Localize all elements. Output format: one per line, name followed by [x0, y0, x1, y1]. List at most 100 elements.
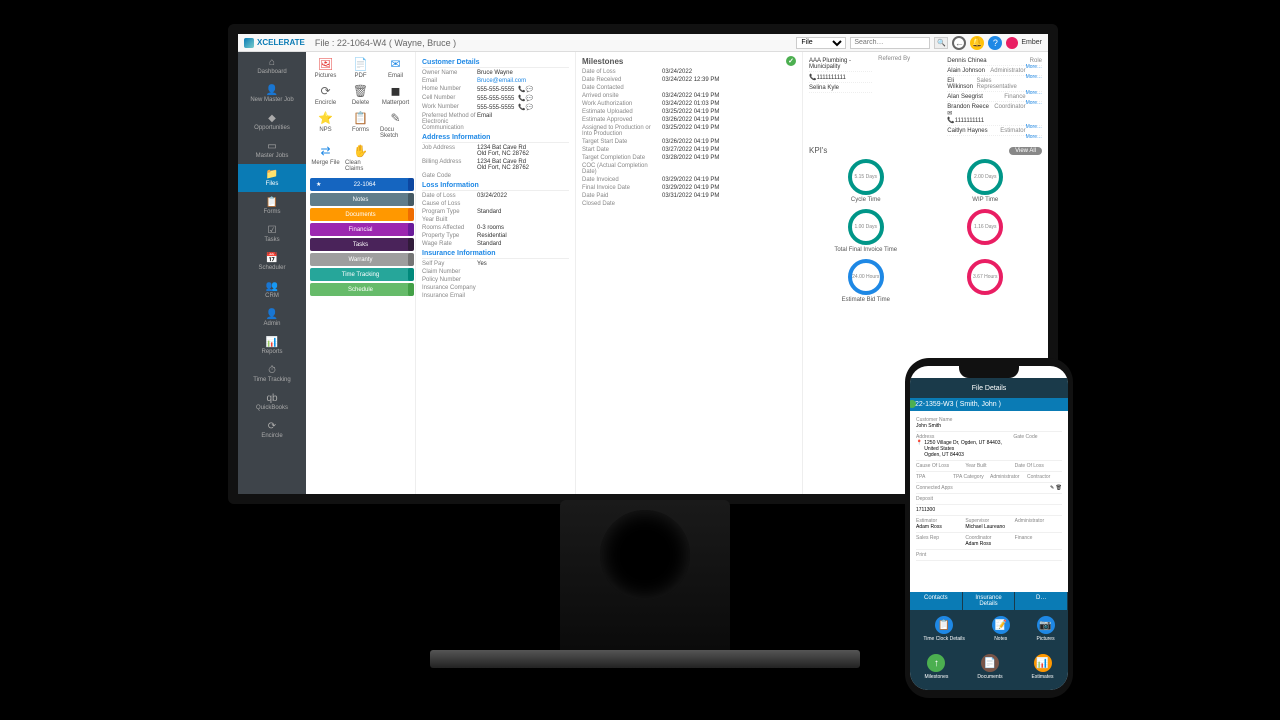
tool-nps[interactable]: ⭐NPS: [310, 110, 341, 139]
milestone-row: Assigned to Production or Into Productio…: [582, 125, 796, 137]
documents-icon: 📄: [981, 654, 999, 672]
kpi-wip-time: 2.00 DaysWIP Time: [929, 159, 1043, 203]
phone-call-icon[interactable]: 📞💬: [516, 87, 533, 93]
milestones-hdr: Milestones ✓: [582, 56, 796, 66]
back-icon[interactable]: ←: [952, 36, 966, 50]
phone-header: File Details: [910, 378, 1068, 398]
tool-forms[interactable]: 📋Forms: [345, 110, 376, 139]
milestone-row: Estimate Uploaded03/25/2022 04:19 PM: [582, 109, 796, 115]
phone-tab-insurance-details[interactable]: Insurance Details: [963, 592, 1016, 610]
milestone-row: Start Date03/27/2022 04:19 PM: [582, 147, 796, 153]
view-all-button[interactable]: View All: [1009, 147, 1042, 155]
search-input[interactable]: [850, 37, 930, 49]
more-link[interactable]: More…: [1026, 100, 1042, 106]
sidebar-item-new-master-job[interactable]: 👤New Master Job: [238, 80, 306, 108]
user-menu[interactable]: Ember: [1006, 37, 1042, 49]
pencil-icon[interactable]: ✎: [1050, 485, 1054, 491]
tool-merge-file[interactable]: ⇄Merge File: [310, 143, 341, 172]
phone-action-milestones[interactable]: ↑Milestones: [924, 654, 948, 680]
forms-icon: 📋: [267, 198, 277, 208]
dashboard-icon: ⌂: [267, 58, 277, 68]
phone-action-notes[interactable]: 📝Notes: [992, 616, 1010, 642]
tool-encircle[interactable]: ⟳Encircle: [310, 83, 341, 106]
pdf-icon: 📄: [353, 56, 369, 72]
phone-call-icon[interactable]: 📞💬: [516, 105, 533, 111]
tab-notes[interactable]: Notes: [310, 193, 411, 206]
map-pin-icon: 📍: [916, 440, 922, 458]
more-link[interactable]: More…: [1026, 74, 1042, 80]
pictures-icon: 🖼: [318, 56, 334, 72]
app-logo: XCELERATE: [244, 38, 305, 48]
phone-file-bar[interactable]: 22-1359-W3 ( Smith, John ): [910, 398, 1068, 411]
docu-sketch-icon: ✎: [388, 110, 404, 126]
milestone-row: Arrived onsite03/24/2022 04:19 PM: [582, 93, 796, 99]
file-title: File : 22-1064-W4 ( Wayne, Bruce ): [315, 38, 456, 48]
phone-tab-contacts[interactable]: Contacts: [910, 592, 963, 610]
tool-pictures[interactable]: 🖼Pictures: [310, 56, 341, 79]
sidebar-item-encircle[interactable]: ⟳Encircle: [238, 416, 306, 444]
notifications-icon[interactable]: 🔔: [970, 36, 984, 50]
sidebar-item-reports[interactable]: 📊Reports: [238, 332, 306, 360]
pictures-icon: 📷: [1037, 616, 1055, 634]
tool-pdf[interactable]: 📄PDF: [345, 56, 376, 79]
more-link[interactable]: More…: [1026, 64, 1042, 70]
sidebar-item-scheduler[interactable]: 📅Scheduler: [238, 248, 306, 276]
sidebar-item-files[interactable]: 📁Files: [238, 164, 306, 192]
time-clock-details-icon: 📋: [935, 616, 953, 634]
contact-row: Eli WilkinsonSales RepresentativeMore…: [947, 78, 1042, 92]
customer-details-hdr: Customer Details: [422, 59, 569, 68]
milestone-row: Date of Loss03/24/2022: [582, 69, 796, 75]
kpi-cycle-time: 5.15 DaysCycle Time: [809, 159, 923, 203]
tool-email[interactable]: ✉Email: [380, 56, 411, 79]
phone-action-estimates[interactable]: 📊Estimates: [1032, 654, 1054, 680]
sidebar-item-admin[interactable]: 👤Admin: [238, 304, 306, 332]
check-icon: ✓: [786, 56, 796, 66]
loss-hdr: Loss Information: [422, 182, 569, 191]
tab-warranty[interactable]: Warranty: [310, 253, 411, 266]
search-button[interactable]: 🔍: [934, 37, 948, 49]
sidebar-item-opportunities[interactable]: ◆Opportunities: [238, 108, 306, 136]
more-link[interactable]: More…: [1026, 124, 1042, 130]
tab-tasks[interactable]: Tasks: [310, 238, 411, 251]
sidebar-item-forms[interactable]: 📋Forms: [238, 192, 306, 220]
tab-financial[interactable]: Financial: [310, 223, 411, 236]
more-link[interactable]: More…: [1026, 134, 1042, 140]
kpi-estimate-bid-time: 24.00 HoursEstimate Bid Time: [809, 259, 923, 303]
help-icon[interactable]: ?: [988, 36, 1002, 50]
admin-icon: 👤: [267, 310, 277, 320]
sidebar-item-crm[interactable]: 👥CRM: [238, 276, 306, 304]
files-icon: 📁: [267, 170, 277, 180]
phone-call-icon[interactable]: 📞💬: [516, 96, 533, 102]
sidebar-item-time-tracking[interactable]: ⏱Time Tracking: [238, 360, 306, 388]
tab-time-tracking[interactable]: Time Tracking: [310, 268, 411, 281]
milestone-row: COC (Actual Completion Date): [582, 163, 796, 175]
opportunities-icon: ◆: [267, 114, 277, 124]
milestone-row: Date Received03/24/2022 12:39 PM: [582, 77, 796, 83]
milestone-row: Date Paid03/31/2022 04:19 PM: [582, 193, 796, 199]
kpi-metric: 1.16 Days: [929, 209, 1043, 253]
delete-icon: 🗑: [353, 83, 369, 99]
reports-icon: 📊: [267, 338, 277, 348]
phone-action-time-clock-details[interactable]: 📋Time Clock Details: [923, 616, 965, 642]
tab-documents[interactable]: Documents: [310, 208, 411, 221]
milestone-row: Date Contacted: [582, 85, 796, 91]
sidebar-item-dashboard[interactable]: ⌂Dashboard: [238, 52, 306, 80]
tool-docu-sketch[interactable]: ✎Docu Sketch: [380, 110, 411, 139]
more-link[interactable]: More…: [1026, 90, 1042, 96]
milestone-row: Work Authorization03/24/2022 01:03 PM: [582, 101, 796, 107]
phone-action-documents[interactable]: 📄Documents: [977, 654, 1002, 680]
sidebar-item-master-jobs[interactable]: ▭Master Jobs: [238, 136, 306, 164]
sidebar-item-tasks[interactable]: ☑Tasks: [238, 220, 306, 248]
trash-icon[interactable]: 🗑: [1056, 485, 1062, 491]
file-type-select[interactable]: File: [796, 37, 846, 49]
milestone-row: Final Invoice Date03/29/2022 04:19 PM: [582, 185, 796, 191]
tab-schedule[interactable]: Schedule: [310, 283, 411, 296]
phone-tab-d-[interactable]: D…: [1015, 592, 1068, 610]
phone-action-pictures[interactable]: 📷Pictures: [1037, 616, 1055, 642]
tool-matterport[interactable]: ◼Matterport: [380, 83, 411, 106]
tab-22-1064[interactable]: ★22-1064: [310, 178, 411, 191]
tool-clean-claims[interactable]: ✋Clean Claims: [345, 143, 376, 172]
sidebar-item-quickbooks[interactable]: qbQuickBooks: [238, 388, 306, 416]
email-link[interactable]: Bruce@email.com: [477, 78, 526, 84]
tool-delete[interactable]: 🗑Delete: [345, 83, 376, 106]
